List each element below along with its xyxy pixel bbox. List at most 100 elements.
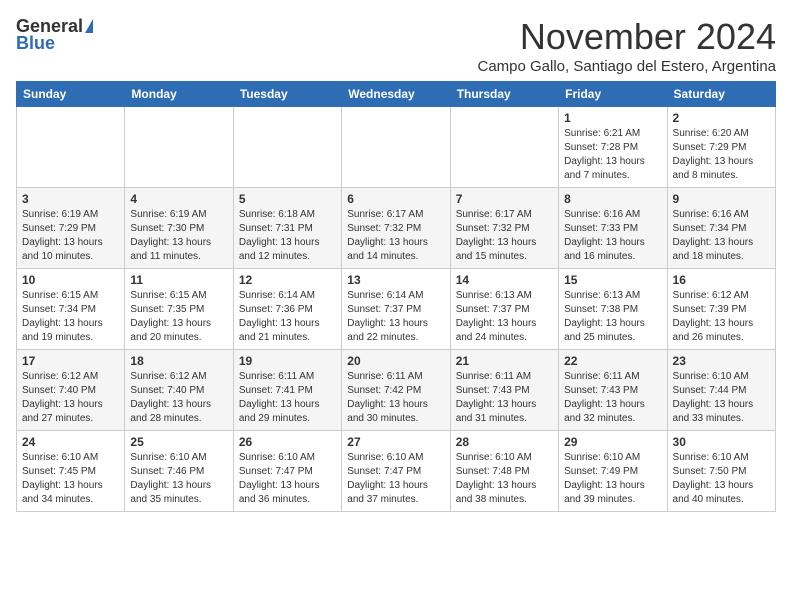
weekday-header-cell: Friday — [559, 82, 667, 107]
weekday-header-cell: Saturday — [667, 82, 775, 107]
calendar-week-row: 3Sunrise: 6:19 AM Sunset: 7:29 PM Daylig… — [17, 188, 776, 269]
calendar-cell: 22Sunrise: 6:11 AM Sunset: 7:43 PM Dayli… — [559, 350, 667, 431]
calendar-cell: 27 Sunrise: 6:10 AM Sunset: 7:47 PM Dayli… — [342, 431, 450, 512]
day-number: 5 — [239, 192, 336, 206]
calendar-cell: 9 Sunrise: 6:16 AM Sunset: 7:34 PM Daylig… — [667, 188, 775, 269]
day-info: Sunrise: 6:16 AM Sunset: 7:33 PM Dayligh… — [564, 208, 661, 264]
day-number: 27 — [347, 435, 444, 449]
day-info: Sunrise: 6:11 AM Sunset: 7:43 PM Dayligh… — [456, 370, 553, 426]
calendar-cell — [17, 107, 125, 188]
day-number: 8 — [564, 192, 661, 206]
weekday-header-cell: Tuesday — [233, 82, 341, 107]
weekday-header-cell: Sunday — [17, 82, 125, 107]
day-info: Sunrise: 6:12 AM Sunset: 7:39 PM Dayligh… — [673, 289, 770, 345]
calendar-body: 1 Sunrise: 6:21 AM Sunset: 7:28 PM Daylig… — [17, 107, 776, 512]
calendar-cell: 12 Sunrise: 6:14 AM Sunset: 7:36 PM Dayli… — [233, 269, 341, 350]
day-info: Sunrise: 6:21 AM Sunset: 7:28 PM Dayligh… — [564, 127, 661, 183]
weekday-header-cell: Thursday — [450, 82, 558, 107]
calendar-cell: 8 Sunrise: 6:16 AM Sunset: 7:33 PM Daylig… — [559, 188, 667, 269]
calendar-cell — [233, 107, 341, 188]
day-info: Sunrise: 6:10 AM Sunset: 7:47 PM Dayligh… — [347, 451, 444, 507]
calendar-cell — [450, 107, 558, 188]
weekday-header-row: SundayMondayTuesdayWednesdayThursdayFrid… — [17, 82, 776, 107]
day-info: Sunrise: 6:19 AM Sunset: 7:30 PM Dayligh… — [130, 208, 227, 264]
calendar-cell: 16 Sunrise: 6:12 AM Sunset: 7:39 PM Dayli… — [667, 269, 775, 350]
day-info: Sunrise: 6:15 AM Sunset: 7:34 PM Dayligh… — [22, 289, 119, 345]
day-info: Sunrise: 6:10 AM Sunset: 7:46 PM Dayligh… — [130, 451, 227, 507]
day-number: 21 — [456, 354, 553, 368]
day-number: 25 — [130, 435, 227, 449]
calendar-cell: 28Sunrise: 6:10 AM Sunset: 7:48 PM Dayli… — [450, 431, 558, 512]
day-number: 12 — [239, 273, 336, 287]
calendar-week-row: 17 Sunrise: 6:12 AM Sunset: 7:40 PM Dayli… — [17, 350, 776, 431]
day-number: 19 — [239, 354, 336, 368]
page-header: General Blue November 2024 Campo Gallo, … — [16, 16, 776, 75]
day-number: 15 — [564, 273, 661, 287]
calendar-cell: 13Sunrise: 6:14 AM Sunset: 7:37 PM Dayli… — [342, 269, 450, 350]
day-number: 18 — [130, 354, 227, 368]
day-info: Sunrise: 6:10 AM Sunset: 7:47 PM Dayligh… — [239, 451, 336, 507]
day-info: Sunrise: 6:10 AM Sunset: 7:44 PM Dayligh… — [673, 370, 770, 426]
location-subtitle: Campo Gallo, Santiago del Estero, Argent… — [477, 58, 776, 75]
day-number: 10 — [22, 273, 119, 287]
calendar-cell: 30 Sunrise: 6:10 AM Sunset: 7:50 PM Dayli… — [667, 431, 775, 512]
calendar-cell: 11Sunrise: 6:15 AM Sunset: 7:35 PM Dayli… — [125, 269, 233, 350]
day-number: 28 — [456, 435, 553, 449]
calendar-cell: 14 Sunrise: 6:13 AM Sunset: 7:37 PM Dayli… — [450, 269, 558, 350]
day-info: Sunrise: 6:14 AM Sunset: 7:36 PM Dayligh… — [239, 289, 336, 345]
day-number: 14 — [456, 273, 553, 287]
calendar-cell: 7 Sunrise: 6:17 AM Sunset: 7:32 PM Daylig… — [450, 188, 558, 269]
weekday-header-cell: Wednesday — [342, 82, 450, 107]
day-info: Sunrise: 6:17 AM Sunset: 7:32 PM Dayligh… — [347, 208, 444, 264]
day-info: Sunrise: 6:16 AM Sunset: 7:34 PM Dayligh… — [673, 208, 770, 264]
calendar-cell — [125, 107, 233, 188]
calendar-table: SundayMondayTuesdayWednesdayThursdayFrid… — [16, 81, 776, 512]
calendar-cell: 6Sunrise: 6:17 AM Sunset: 7:32 PM Daylig… — [342, 188, 450, 269]
day-info: Sunrise: 6:18 AM Sunset: 7:31 PM Dayligh… — [239, 208, 336, 264]
calendar-cell: 10 Sunrise: 6:15 AM Sunset: 7:34 PM Dayli… — [17, 269, 125, 350]
logo-triangle-icon — [85, 19, 93, 33]
day-info: Sunrise: 6:12 AM Sunset: 7:40 PM Dayligh… — [22, 370, 119, 426]
calendar-cell — [342, 107, 450, 188]
calendar-cell: 23 Sunrise: 6:10 AM Sunset: 7:44 PM Dayli… — [667, 350, 775, 431]
calendar-cell: 20Sunrise: 6:11 AM Sunset: 7:42 PM Dayli… — [342, 350, 450, 431]
calendar-cell: 3Sunrise: 6:19 AM Sunset: 7:29 PM Daylig… — [17, 188, 125, 269]
calendar-cell: 29Sunrise: 6:10 AM Sunset: 7:49 PM Dayli… — [559, 431, 667, 512]
day-number: 23 — [673, 354, 770, 368]
logo: General Blue — [16, 16, 93, 54]
month-title: November 2024 — [477, 16, 776, 58]
calendar-cell: 25 Sunrise: 6:10 AM Sunset: 7:46 PM Dayli… — [125, 431, 233, 512]
day-number: 3 — [22, 192, 119, 206]
day-info: Sunrise: 6:17 AM Sunset: 7:32 PM Dayligh… — [456, 208, 553, 264]
calendar-cell: 21 Sunrise: 6:11 AM Sunset: 7:43 PM Dayli… — [450, 350, 558, 431]
calendar-cell: 18Sunrise: 6:12 AM Sunset: 7:40 PM Dayli… — [125, 350, 233, 431]
calendar-cell: 19 Sunrise: 6:11 AM Sunset: 7:41 PM Dayli… — [233, 350, 341, 431]
day-number: 26 — [239, 435, 336, 449]
calendar-cell: 15Sunrise: 6:13 AM Sunset: 7:38 PM Dayli… — [559, 269, 667, 350]
day-number: 24 — [22, 435, 119, 449]
day-info: Sunrise: 6:10 AM Sunset: 7:50 PM Dayligh… — [673, 451, 770, 507]
calendar-week-row: 24 Sunrise: 6:10 AM Sunset: 7:45 PM Dayli… — [17, 431, 776, 512]
day-info: Sunrise: 6:14 AM Sunset: 7:37 PM Dayligh… — [347, 289, 444, 345]
day-info: Sunrise: 6:20 AM Sunset: 7:29 PM Dayligh… — [673, 127, 770, 183]
day-info: Sunrise: 6:11 AM Sunset: 7:43 PM Dayligh… — [564, 370, 661, 426]
calendar-week-row: 1 Sunrise: 6:21 AM Sunset: 7:28 PM Daylig… — [17, 107, 776, 188]
calendar-cell: 17 Sunrise: 6:12 AM Sunset: 7:40 PM Dayli… — [17, 350, 125, 431]
day-info: Sunrise: 6:13 AM Sunset: 7:37 PM Dayligh… — [456, 289, 553, 345]
day-number: 30 — [673, 435, 770, 449]
calendar-cell: 1 Sunrise: 6:21 AM Sunset: 7:28 PM Daylig… — [559, 107, 667, 188]
day-number: 7 — [456, 192, 553, 206]
calendar-cell: 24 Sunrise: 6:10 AM Sunset: 7:45 PM Dayli… — [17, 431, 125, 512]
day-number: 17 — [22, 354, 119, 368]
day-number: 9 — [673, 192, 770, 206]
calendar-week-row: 10 Sunrise: 6:15 AM Sunset: 7:34 PM Dayli… — [17, 269, 776, 350]
weekday-header-cell: Monday — [125, 82, 233, 107]
day-number: 16 — [673, 273, 770, 287]
day-number: 1 — [564, 111, 661, 125]
day-number: 11 — [130, 273, 227, 287]
day-info: Sunrise: 6:11 AM Sunset: 7:41 PM Dayligh… — [239, 370, 336, 426]
calendar-cell: 4Sunrise: 6:19 AM Sunset: 7:30 PM Daylig… — [125, 188, 233, 269]
day-number: 29 — [564, 435, 661, 449]
logo-blue-text: Blue — [16, 33, 55, 54]
day-info: Sunrise: 6:10 AM Sunset: 7:45 PM Dayligh… — [22, 451, 119, 507]
